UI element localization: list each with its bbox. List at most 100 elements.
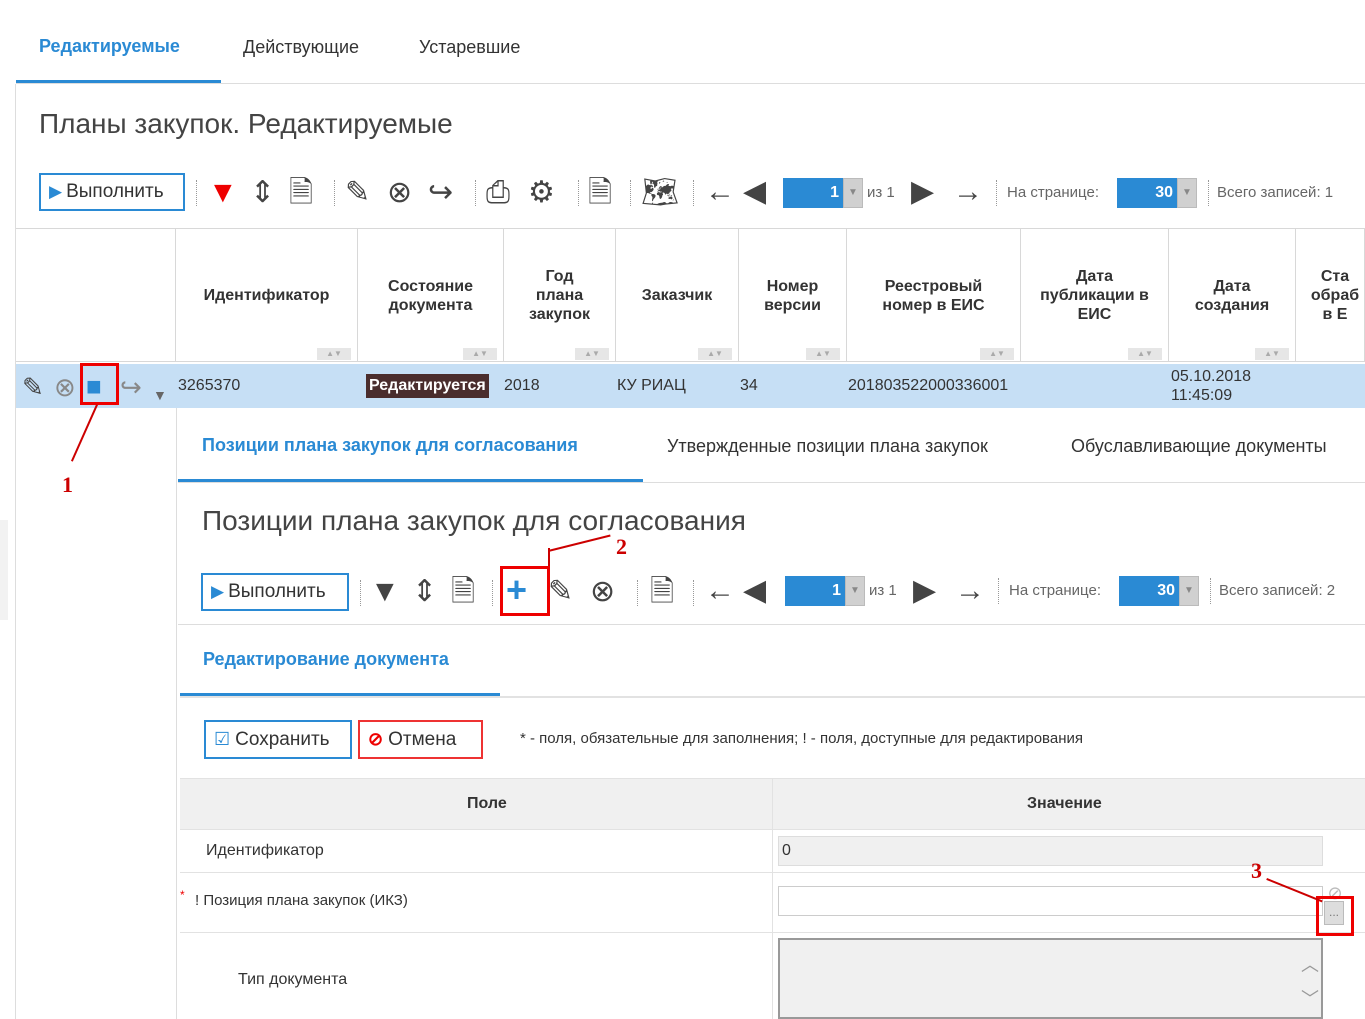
col-processing-status[interactable]: Ста обраб в Е [1296,229,1365,362]
page-input[interactable]: 1 [785,576,845,606]
toolbar-separator [693,580,694,606]
play-icon: ▶ [211,582,225,601]
sort-handle[interactable]: ▲▼ [575,348,609,360]
annotation-line-1 [70,404,98,462]
per-page-input[interactable]: 30 [1117,178,1177,208]
required-asterisk: * [180,888,185,902]
toolbar-separator [360,580,361,606]
toolbar-separator [998,578,999,604]
toolbar-separator [334,180,335,206]
top-divider-edit [178,624,1365,625]
edit-tab-divider [180,696,1365,698]
map-icon[interactable]: 🗺 [641,178,679,208]
sort-handle[interactable]: ▲▼ [980,348,1014,360]
prev-page-icon[interactable]: ◀ [743,177,766,207]
sort-handle[interactable]: ▲▼ [1255,348,1289,360]
col-pub-date[interactable]: Дата публикации в ЕИС ▲▼ [1021,229,1169,362]
scroll-down-icon[interactable]: ﹀ [1298,984,1322,1014]
tabs-divider [16,83,1365,84]
subtab-positions-approval[interactable]: Позиции плана закупок для согласования [202,435,578,456]
tab-active[interactable]: Действующие [243,37,359,58]
toolbar-separator [492,580,493,606]
document-icon[interactable]: 🗎 [451,577,475,607]
col-identifier[interactable]: Идентификатор ▲▼ [176,229,358,362]
toolbar-separator [693,180,694,206]
total-records: Всего записей: 2 [1219,582,1336,599]
col-reg-number[interactable]: Реестровый номер в ЕИС ▲▼ [847,229,1021,362]
cell-identifier: 3265370 [178,377,241,394]
sort-handle[interactable]: ▲▼ [806,348,840,360]
edit-icon[interactable]: ✎ [548,577,573,607]
document-icon[interactable]: 🗎 [289,178,313,208]
run-button[interactable]: ▶ Выполнить [39,173,185,211]
subtab-approved-positions[interactable]: Утвержденные позиции плана закупок [667,436,988,457]
prev-page-icon[interactable]: ◀ [743,576,766,606]
print-icon[interactable]: ⎙ [486,178,510,208]
annotation-number-2: 2 [616,534,627,559]
doc-type-textarea[interactable] [778,938,1323,1019]
excel-icon[interactable]: 🗎 [588,178,612,208]
first-page-icon[interactable]: ← [705,576,735,606]
chevron-down-icon[interactable]: ▼ [153,380,167,410]
toolbar-separator [637,580,638,606]
per-page-label: На странице: [1009,582,1101,599]
per-page-label: На странице: [1007,184,1099,201]
page-input[interactable]: 1 [783,178,843,208]
sort-handle[interactable]: ▲▼ [463,348,497,360]
sort-handle[interactable]: ▲▼ [698,348,732,360]
play-icon: ▶ [49,182,63,201]
sort-icon[interactable]: ⇕ [250,178,275,208]
cell-created: 05.10.2018 11:45:09 [1171,368,1252,404]
share-icon[interactable]: ↪ [120,372,142,402]
edit-icon[interactable]: ✎ [345,178,370,208]
sort-handle[interactable]: ▲▼ [1128,348,1162,360]
toolbar-separator [578,180,579,206]
share-icon[interactable]: ↪ [428,178,453,208]
form-hint: * - поля, обязательные для заполнения; !… [520,730,1083,747]
first-page-icon[interactable]: ← [705,177,735,207]
excel-icon[interactable]: 🗎 [650,577,674,607]
tab-edit-document[interactable]: Редактирование документа [203,649,449,670]
filter-icon[interactable]: ▼ [370,577,400,607]
edit-icon[interactable]: ✎ [22,372,44,402]
toolbar-separator [475,180,476,206]
settings-icon[interactable]: ⚙ [528,178,555,208]
subtab-justifying-docs[interactable]: Обуславливающие документы [1071,436,1327,457]
col-plan-year[interactable]: Год плана закупок ▲▼ [504,229,616,362]
col-doc-status[interactable]: Состояние документа ▲▼ [358,229,504,362]
tab-obsolete[interactable]: Устаревшие [419,37,520,58]
left-border [15,84,16,1019]
annotation-line-2b [548,534,611,552]
col-actions [16,229,176,362]
delete-circle-icon[interactable]: ⊗ [387,178,412,208]
per-page-dropdown[interactable]: ▼ [1177,178,1197,208]
page-dropdown[interactable]: ▼ [845,576,865,606]
sort-icon[interactable]: ⇕ [412,577,437,607]
filter-icon[interactable]: ▼ [208,178,238,208]
annotation-box-1 [80,363,119,405]
per-page-dropdown[interactable]: ▼ [1179,576,1199,606]
col-version[interactable]: Номер версии ▲▼ [739,229,847,362]
per-page-input[interactable]: 30 [1119,576,1179,606]
page-dropdown[interactable]: ▼ [843,178,863,208]
scroll-up-icon[interactable]: ︿ [1298,950,1322,980]
save-button[interactable]: ☑ Сохранить [204,720,352,759]
section-title: Позиции плана закупок для согласования [202,505,746,536]
next-page-icon[interactable]: ▶ [913,576,936,606]
col-customer[interactable]: Заказчик ▲▼ [616,229,739,362]
tab-editable[interactable]: Редактируемые [39,36,180,57]
ikz-input[interactable] [778,886,1323,916]
delete-circle-icon[interactable]: ⊗ [590,577,615,607]
run-button[interactable]: ▶ Выполнить [201,573,349,611]
delete-circle-icon[interactable]: ⊗ [54,372,76,402]
last-page-icon[interactable]: → [955,576,985,606]
next-page-icon[interactable]: ▶ [911,177,934,207]
page-of-text: из 1 [869,582,897,599]
last-page-icon[interactable]: → [953,177,983,207]
sort-handle[interactable]: ▲▼ [317,348,351,360]
cancel-button[interactable]: ⊘ Отмена [358,720,483,759]
field-label-identifier: Идентификатор [206,842,324,859]
col-created[interactable]: Дата создания ▲▼ [1169,229,1296,362]
field-label-ikz: ! Позиция плана закупок (ИКЗ) [195,892,408,909]
page-of-text: из 1 [867,184,895,201]
